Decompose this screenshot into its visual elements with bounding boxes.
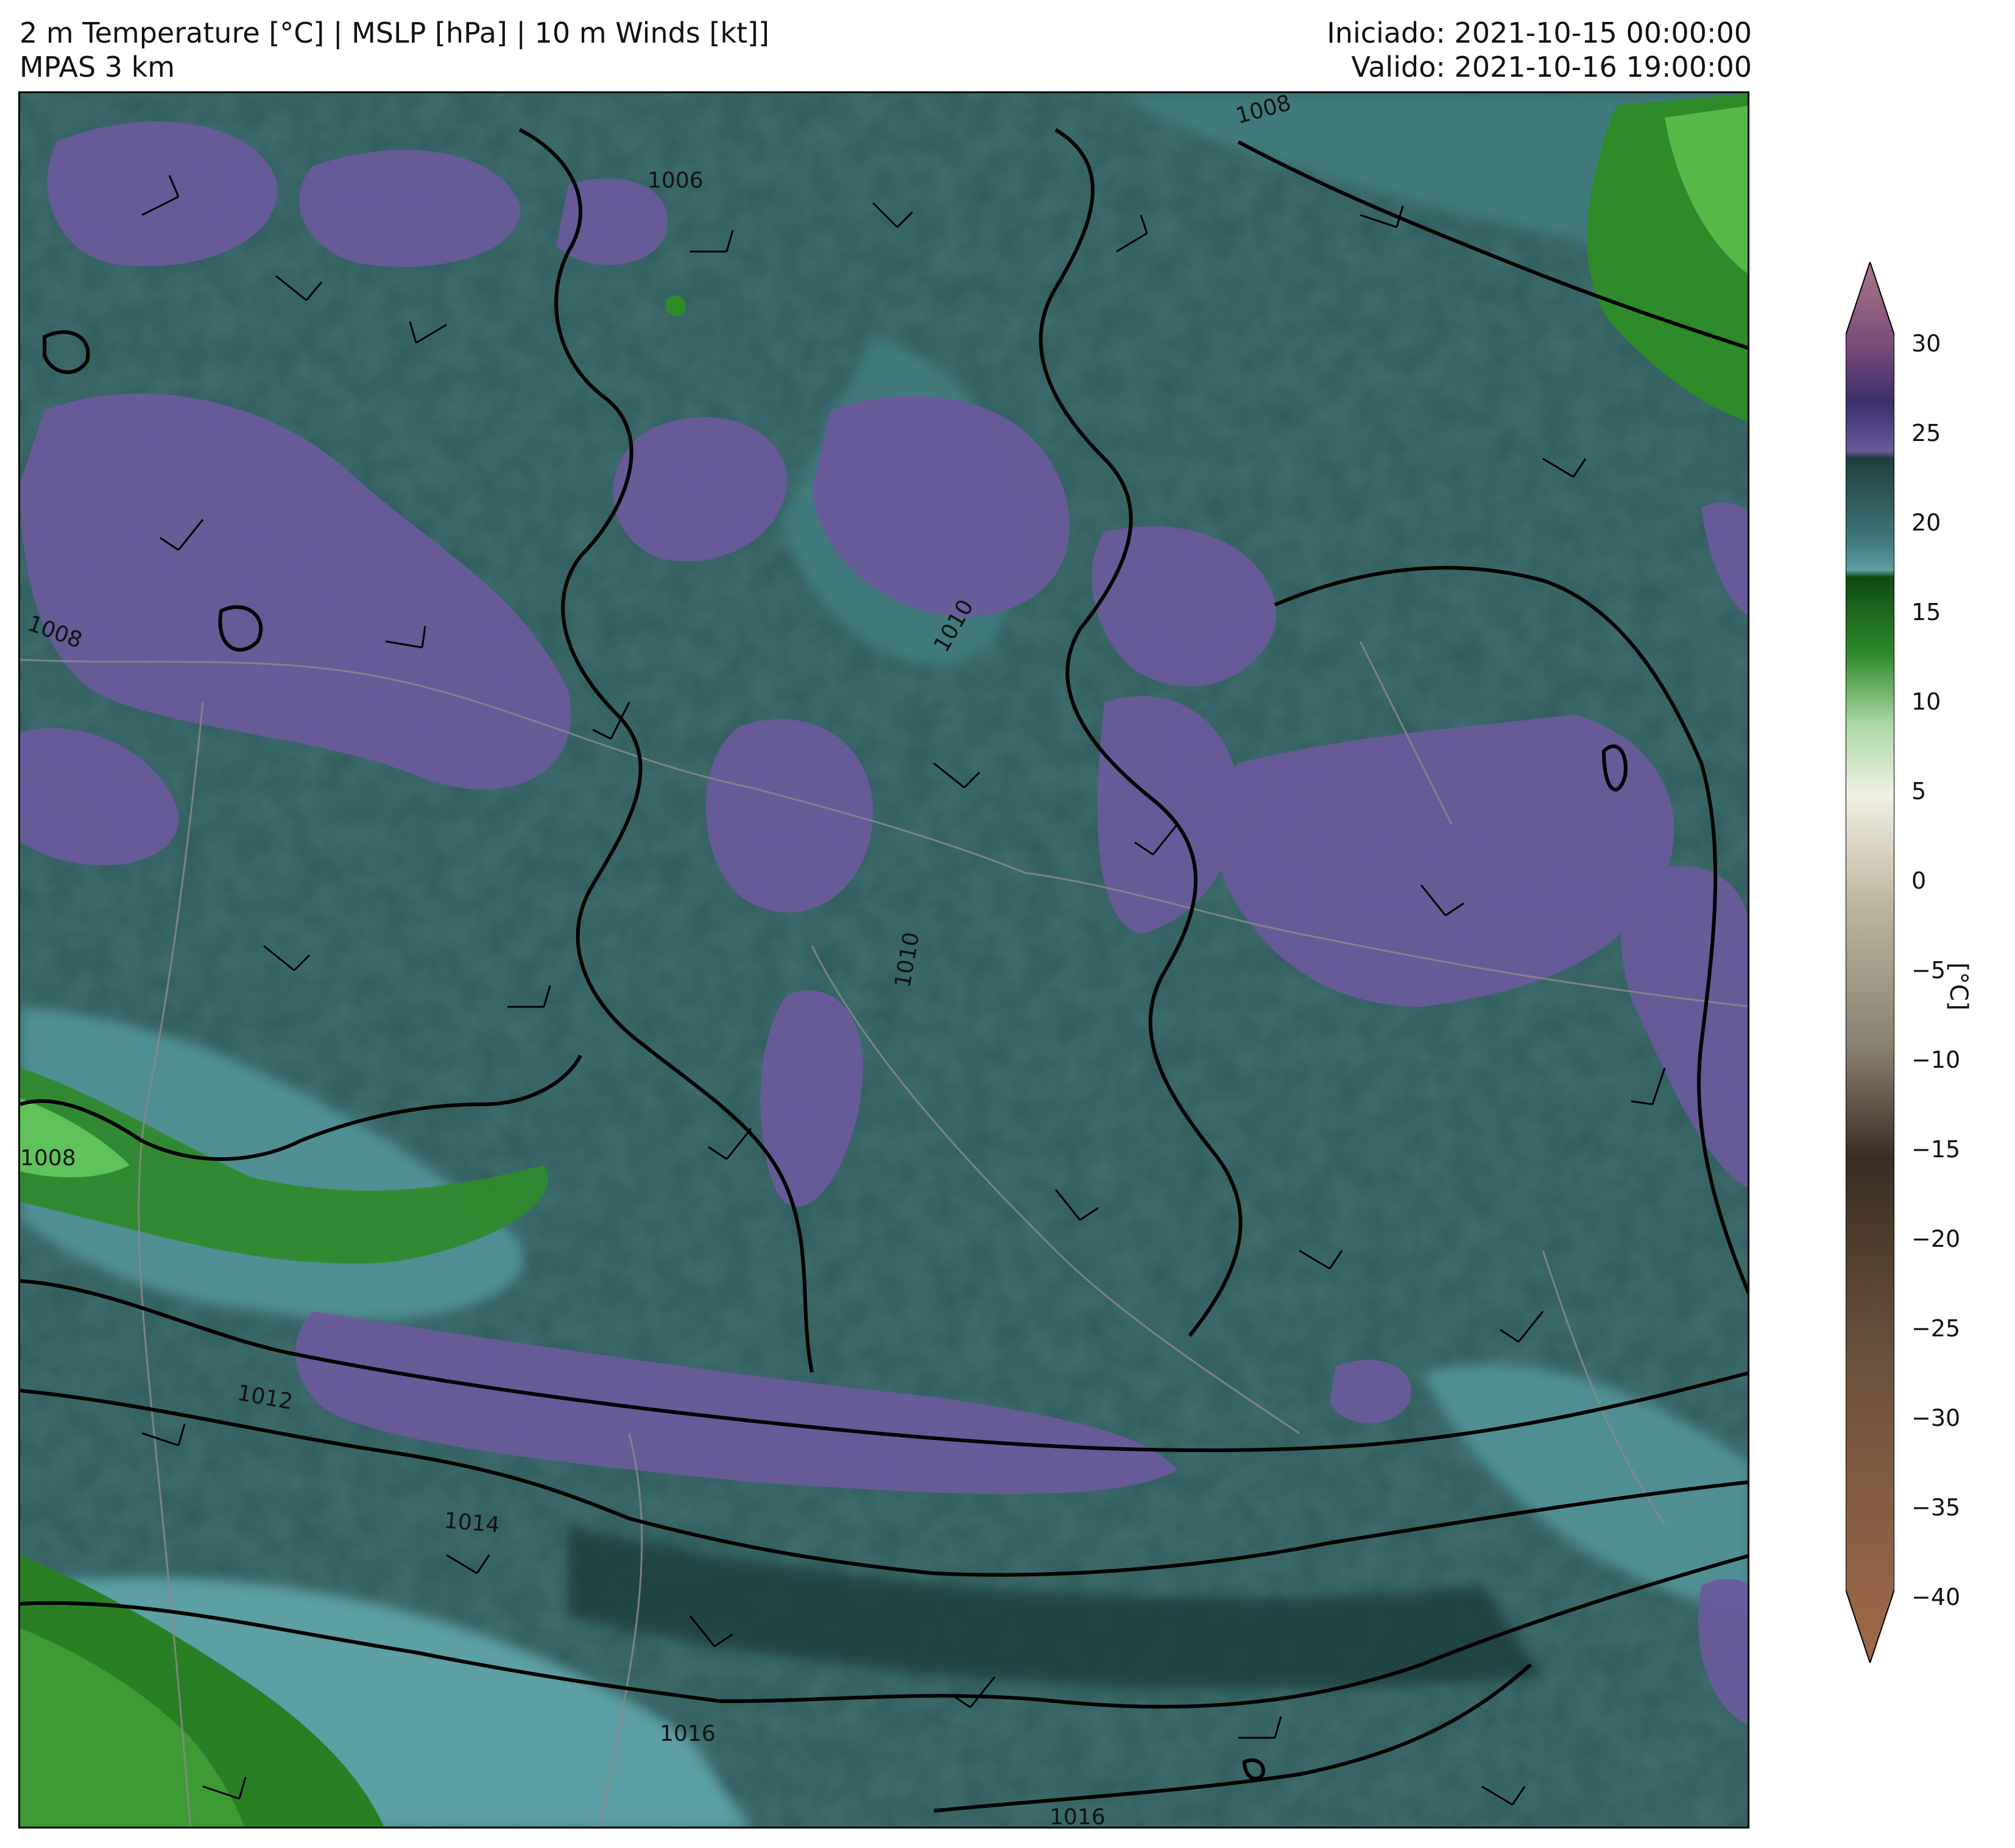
isobar-label: 1008 — [20, 1146, 76, 1171]
colorbar-tick: 0 — [1911, 867, 1927, 894]
init-time: Iniciado: 2021-10-15 00:00:00 — [1327, 16, 1752, 49]
colorbar-label: [°C] — [1944, 962, 1972, 1011]
isobar-label: 1006 — [648, 168, 704, 193]
map-canvas: 1006 1008 1008 1010 1010 1012 1014 1016 … — [20, 93, 1748, 1829]
isobar-label: 1016 — [660, 1721, 716, 1746]
map-title-block: 2 m Temperature [°C] | MSLP [hPa] | 10 m… — [19, 16, 769, 84]
colorbar-tick: −20 — [1911, 1226, 1961, 1252]
colorbar-tick: −5 — [1911, 957, 1946, 984]
run-times-block: Iniciado: 2021-10-15 00:00:00 Valido: 20… — [1327, 16, 1752, 84]
colorbar-tick: −40 — [1911, 1584, 1961, 1610]
colorbar-tick: −35 — [1911, 1494, 1961, 1521]
colorbar-tick: −30 — [1911, 1405, 1961, 1431]
colorbar — [1846, 262, 1894, 1663]
map-title: 2 m Temperature [°C] | MSLP [hPa] | 10 m… — [19, 16, 769, 49]
colorbar-tick: 5 — [1911, 778, 1927, 805]
map-subtitle: MPAS 3 km — [19, 51, 175, 83]
colorbar-tick: −25 — [1911, 1315, 1961, 1342]
colorbar-body — [1846, 262, 1894, 1663]
colorbar-tick: 15 — [1911, 599, 1941, 626]
colorbar-tick: 30 — [1911, 330, 1941, 357]
colorbar-tick: 10 — [1911, 688, 1941, 715]
colorbar-tick: 25 — [1911, 420, 1941, 446]
colorbar-tick: 20 — [1911, 509, 1941, 536]
valid-time: Valido: 2021-10-16 19:00:00 — [1351, 51, 1752, 83]
colorbar-tick: −15 — [1911, 1136, 1961, 1163]
colorbar-tick: −10 — [1911, 1046, 1961, 1073]
temperature-map: 1006 1008 1008 1010 1010 1012 1014 1016 … — [18, 91, 1749, 1829]
isobar-label: 1016 — [1050, 1805, 1106, 1829]
isobar-label: 1014 — [443, 1508, 501, 1538]
